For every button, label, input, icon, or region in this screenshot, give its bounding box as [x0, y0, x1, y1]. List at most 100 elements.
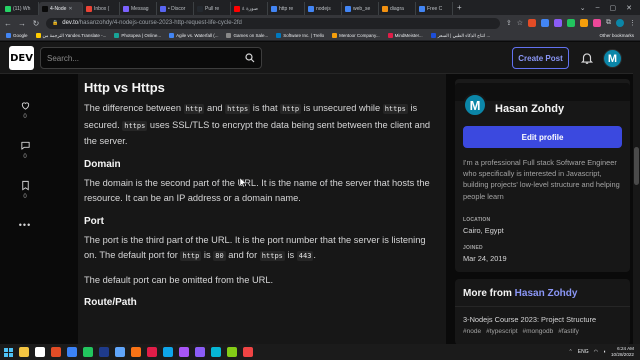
bookmark-label: انتاج الذكاء الطبي | السعر ...	[437, 32, 491, 38]
minimize-icon[interactable]: –	[596, 4, 600, 12]
bookmark-item[interactable]: Google	[6, 33, 28, 38]
windows-start-icon[interactable]	[4, 347, 13, 357]
menu-icon[interactable]: ⋮	[629, 19, 636, 27]
browser-tab[interactable]: (11) Wh	[2, 2, 39, 15]
tag-link[interactable]: #mongodb	[523, 328, 554, 335]
taskbar-app-icon[interactable]	[99, 347, 109, 357]
create-post-button[interactable]: Create Post	[512, 47, 569, 69]
taskbar-app-icon[interactable]	[115, 347, 125, 357]
browser-tab[interactable]: web_se	[342, 2, 379, 15]
taskbar-app-icon[interactable]	[195, 347, 205, 357]
bookmark-item[interactable]: Photopea | Online...	[114, 33, 161, 38]
browser-tab[interactable]: diagra	[379, 2, 416, 15]
tag-link[interactable]: #node	[463, 328, 481, 335]
more-from-post-link[interactable]: 3-Nodejs Course 2023: Project Structure	[463, 315, 596, 324]
bookmark-item[interactable]: Games on Sale...	[226, 33, 268, 38]
reaction-heart[interactable]: 0	[10, 100, 40, 140]
reload-icon[interactable]: ↻	[32, 19, 40, 28]
taskbar-app-icon[interactable]	[19, 347, 29, 357]
edit-profile-button[interactable]: Edit profile	[463, 126, 622, 148]
tab-label: web_se	[353, 5, 371, 12]
tag-link[interactable]: #typescript	[486, 328, 517, 335]
search-input[interactable]: Search...	[40, 47, 262, 69]
wifi-icon[interactable]: ◠	[594, 349, 598, 355]
tab-search-icon[interactable]: ⌄	[580, 4, 586, 12]
tab-label: nodejs	[316, 5, 331, 12]
browser-tab[interactable]: • Discor	[157, 2, 194, 15]
browser-tab[interactable]: nodejs	[305, 2, 342, 15]
star-icon[interactable]: ☆	[517, 19, 523, 27]
scrollbar-thumb[interactable]	[634, 147, 639, 185]
language-indicator[interactable]: ENG	[578, 349, 589, 355]
avatar[interactable]: M	[603, 49, 622, 68]
bookmark-item[interactable]: Software Inc. | Trello	[276, 33, 324, 38]
url-input[interactable]: 🔒 dev.to/hasanzohdy/4-nodejs-course-2023…	[46, 17, 500, 29]
browser-tab[interactable]: صورة ٤	[231, 2, 268, 15]
dev-logo[interactable]: DEV	[9, 46, 34, 70]
extension-icon[interactable]	[541, 19, 549, 27]
bookmark-item[interactable]: انتاج الذكاء الطبي | السعر ...	[430, 32, 491, 39]
taskbar-app-icon[interactable]	[131, 347, 141, 357]
close-window-icon[interactable]: ✕	[626, 4, 632, 12]
taskbar-app-icon[interactable]	[179, 347, 189, 357]
taskbar-app-icon[interactable]	[147, 347, 157, 357]
maximize-icon[interactable]: ▢	[610, 4, 617, 12]
close-tab-icon[interactable]: ✕	[68, 6, 72, 12]
browser-tab[interactable]: Pull re	[194, 2, 231, 15]
bookmark-item[interactable]: MindMeister...	[387, 33, 423, 38]
author-avatar[interactable]: M	[463, 93, 487, 117]
bell-icon[interactable]	[580, 51, 594, 65]
extension-icon[interactable]	[580, 19, 588, 27]
taskbar-app-icon[interactable]	[211, 347, 221, 357]
profile-icon[interactable]	[616, 19, 624, 27]
chevron-up-icon[interactable]: ⌃	[569, 349, 573, 355]
taskbar-app-icon[interactable]	[163, 347, 173, 357]
bookmark-icon[interactable]	[20, 180, 31, 191]
author-name[interactable]: Hasan Zohdy	[495, 103, 564, 115]
extension-icon[interactable]	[528, 19, 536, 27]
extension-icon[interactable]	[593, 19, 601, 27]
heart-icon[interactable]	[20, 100, 31, 111]
share-icon[interactable]: ⇪	[506, 19, 512, 27]
reaction-bookmark[interactable]: 0	[10, 180, 40, 220]
tag-link[interactable]: #fastify	[558, 328, 579, 335]
taskbar-app-icon[interactable]	[67, 347, 77, 357]
taskbar-app-icon[interactable]	[83, 347, 93, 357]
search-placeholder: Search...	[47, 53, 80, 63]
reaction-comment[interactable]: 0	[10, 140, 40, 180]
bookmark-item[interactable]: الترجمة من Yandex.Translate -...	[35, 33, 106, 39]
page-scrollbar[interactable]	[633, 42, 640, 344]
tab-favicon-icon	[160, 5, 166, 12]
back-icon[interactable]: ←	[4, 19, 12, 28]
clock[interactable]: 6:24 AM 10/28/2022	[611, 346, 634, 358]
taskbar-app-icon[interactable]	[51, 347, 61, 357]
other-bookmarks-folder[interactable]: Other bookmarks	[599, 33, 634, 38]
comment-icon[interactable]	[20, 140, 31, 151]
browser-tab[interactable]: Inbox (	[83, 2, 120, 15]
new-tab-button[interactable]: +	[457, 3, 462, 12]
browser-tab[interactable]: http re	[268, 2, 305, 15]
bookmark-item[interactable]: Mentoor Company...	[332, 33, 380, 38]
taskbar-app-icon[interactable]	[227, 347, 237, 357]
taskbar-app-icon[interactable]	[35, 347, 45, 357]
browser-tab[interactable]: 4-Node ✕	[39, 2, 83, 15]
browser-tab[interactable]: Free C	[416, 2, 453, 15]
puzzle-icon[interactable]: ⧉	[606, 19, 611, 27]
bookmark-favicon-icon	[6, 33, 11, 38]
bookmark-item[interactable]: Agile vs. Waterfall (...	[169, 33, 218, 38]
more-options-icon[interactable]: •••	[10, 220, 40, 230]
extension-icon[interactable]	[554, 19, 562, 27]
bookmark-favicon-icon	[332, 33, 338, 38]
bookmark-favicon-icon	[226, 33, 232, 38]
browser-tab[interactable]: Messag	[120, 2, 157, 15]
more-from-author-link[interactable]: Hasan Zohdy	[515, 288, 578, 299]
extension-icon[interactable]	[567, 19, 575, 27]
forward-icon[interactable]: →	[18, 19, 26, 28]
speaker-icon[interactable]: ◖	[603, 349, 606, 355]
author-sidebar: M Hasan Zohdy Edit profile I'm a profess…	[455, 79, 630, 345]
search-icon[interactable]	[244, 52, 256, 64]
browser-tab-bar: (11) Wh 4-Node ✕ Inbox (Messag • Discor Pull …	[0, 0, 640, 15]
taskbar-app-icon[interactable]	[243, 347, 253, 357]
mouse-cursor-icon	[240, 178, 246, 187]
tab-favicon-icon	[5, 5, 11, 12]
